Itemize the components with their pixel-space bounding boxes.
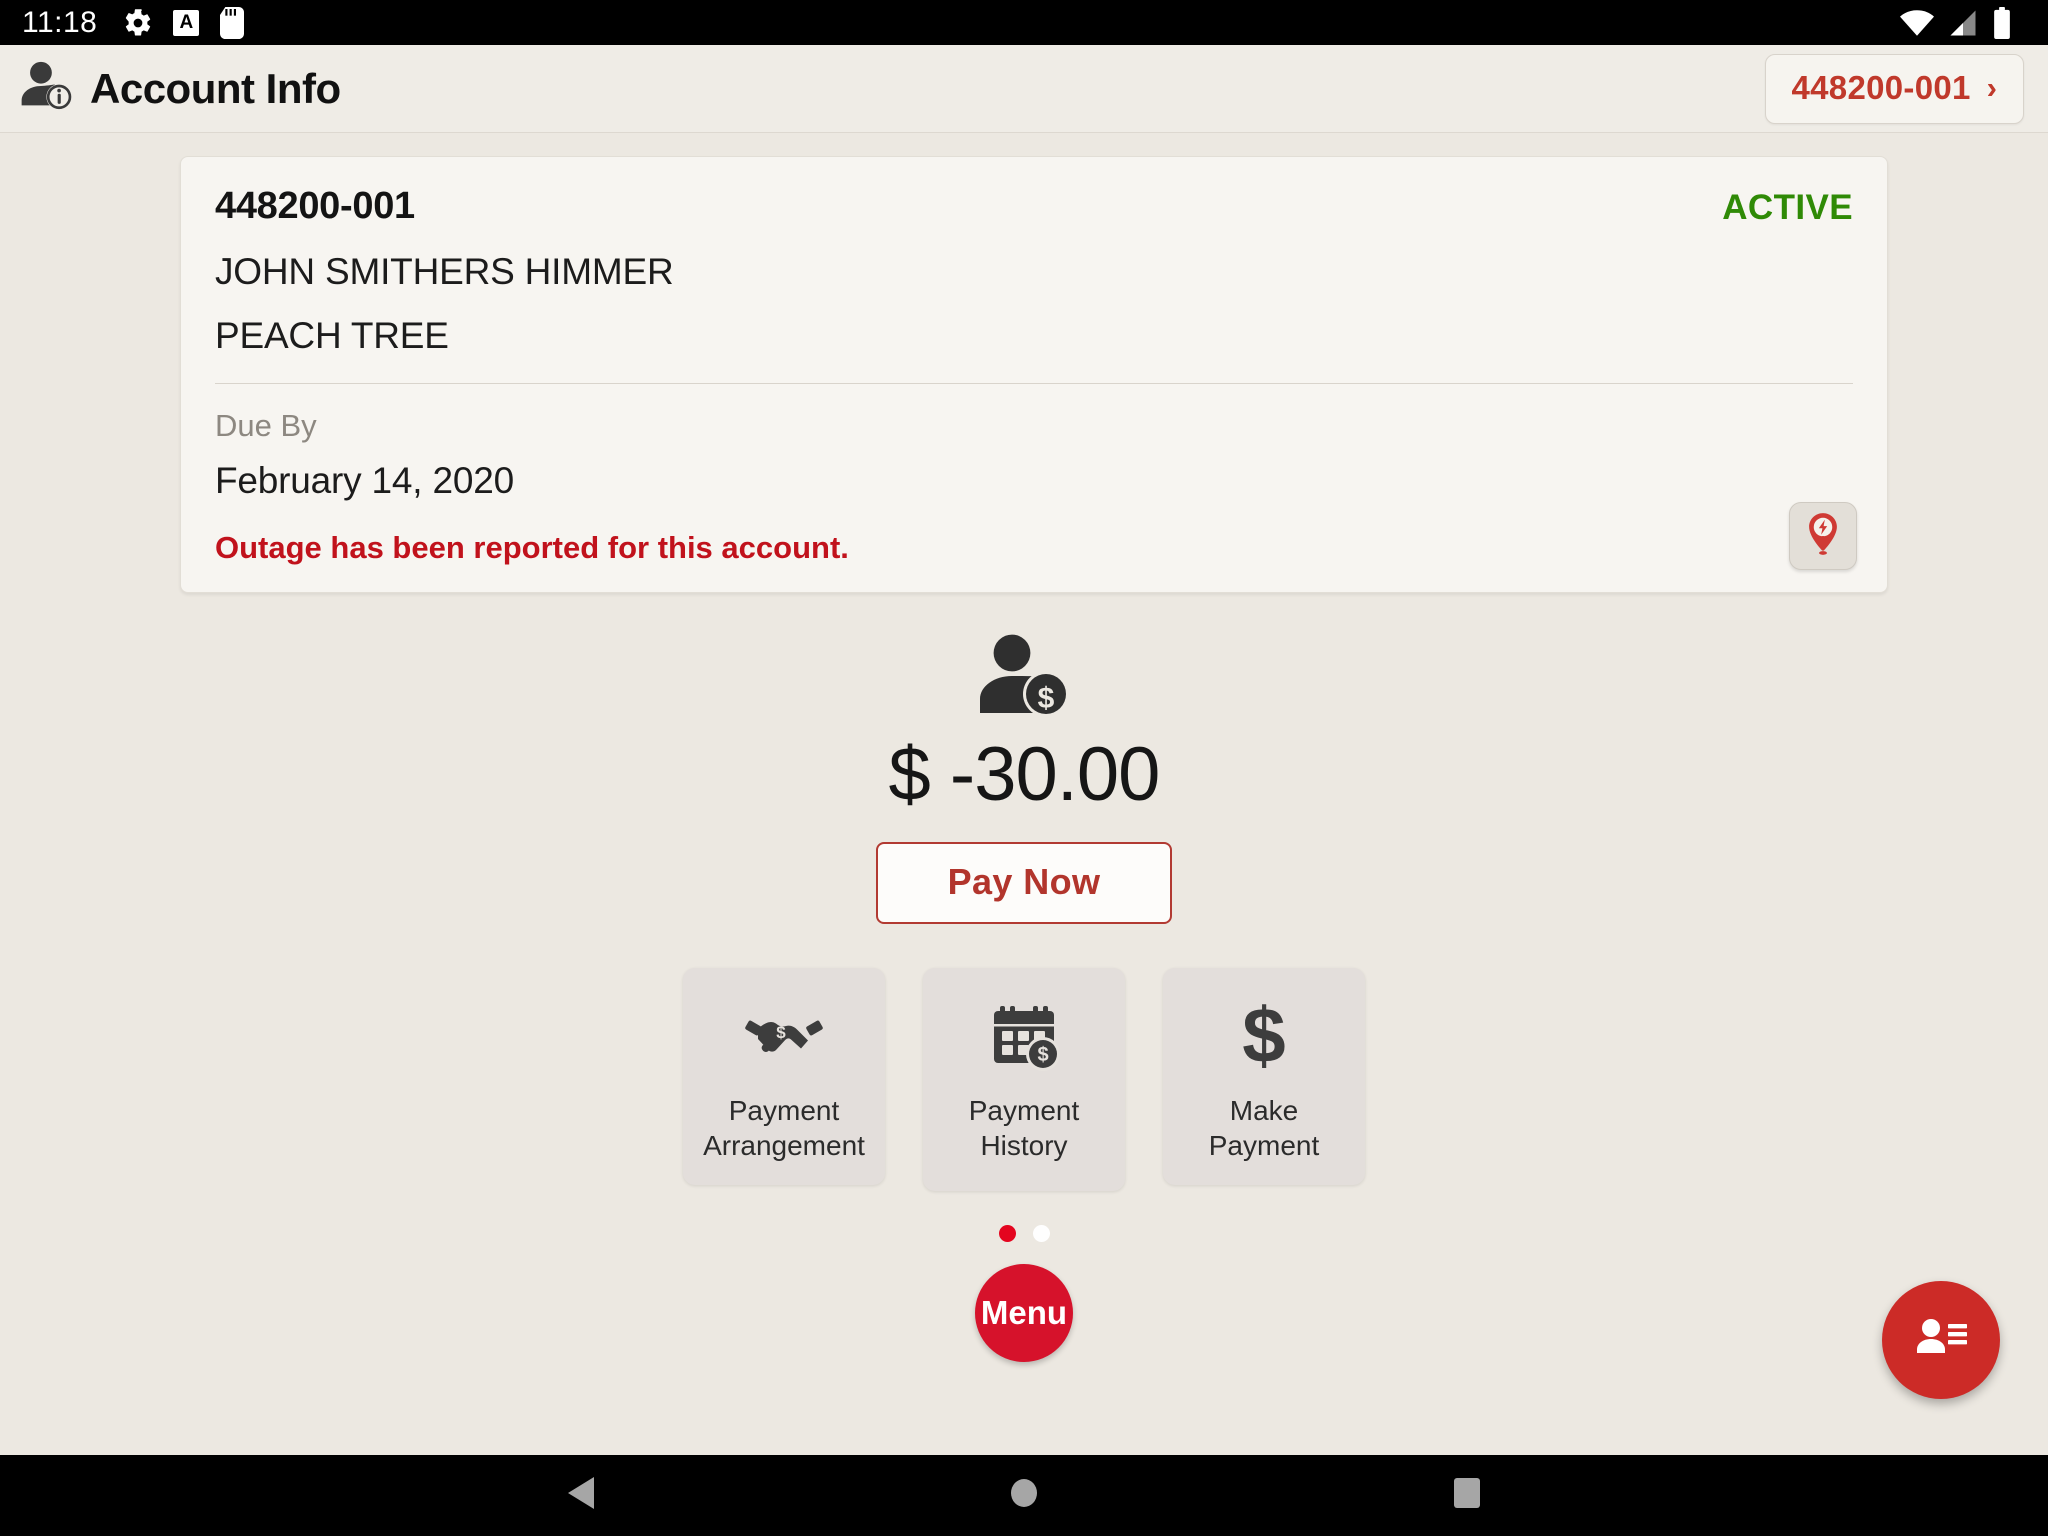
svg-text:$: $ — [1037, 1044, 1048, 1066]
account-number: 448200-001 — [215, 185, 415, 227]
account-selector-number: 448200-001 — [1791, 68, 1971, 106]
due-by-date: February 14, 2020 — [215, 460, 514, 501]
tile-label: Payment Arrangement — [703, 1094, 865, 1163]
wifi-icon — [1900, 9, 1934, 36]
menu-button[interactable]: Menu — [975, 1264, 1073, 1363]
pay-now-button[interactable]: Pay Now — [875, 842, 1173, 924]
gear-icon — [123, 8, 153, 38]
app-bar: Account Info 448200-001 › — [0, 45, 2048, 133]
main-content: 448200-001 ACTIVE JOHN SMITHERS HIMMER P… — [0, 133, 2048, 1455]
contact-details-icon — [1913, 1315, 1969, 1366]
tile-label: Make Payment — [1173, 1094, 1355, 1163]
page-title: Account Info — [90, 64, 341, 112]
pager-dot-active[interactable] — [998, 1225, 1016, 1243]
status-badge: ACTIVE — [1722, 188, 1853, 227]
account-card[interactable]: 448200-001 ACTIVE JOHN SMITHERS HIMMER P… — [180, 156, 1888, 593]
battery-icon — [1992, 6, 2012, 39]
quick-actions: $ Payment Arrangement $ Payment History … — [0, 968, 2048, 1192]
home-icon — [1008, 1476, 1040, 1515]
tile-label: Payment History — [969, 1094, 1080, 1163]
outage-report-button[interactable] — [1789, 502, 1857, 570]
status-clock: 11:18 — [22, 5, 98, 39]
account-selector-button[interactable]: 448200-001 › — [1764, 53, 2024, 124]
tile-label-line2: Arrangement — [703, 1129, 865, 1161]
back-icon — [564, 1475, 598, 1516]
balance-section: $ $ -30.00 Pay Now — [0, 627, 2048, 924]
tile-label-line1: Payment — [968, 1095, 1080, 1126]
tile-payment-arrangement[interactable]: $ Payment Arrangement — [683, 968, 885, 1186]
dollar-sign-icon: $ — [1234, 996, 1294, 1078]
a-box-icon: A — [173, 9, 200, 36]
nav-back-button[interactable] — [521, 1455, 641, 1536]
status-left-icons: A — [123, 6, 245, 39]
tile-payment-history[interactable]: $ Payment History — [923, 968, 1125, 1192]
tile-label-line2: History — [980, 1129, 1068, 1161]
nav-recents-button[interactable] — [1407, 1455, 1527, 1536]
cellular-signal-icon — [1948, 10, 1978, 36]
tile-label-line1: Payment — [728, 1095, 840, 1126]
status-right-icons — [1900, 6, 2026, 39]
chevron-right-icon: › — [1986, 70, 1997, 105]
status-bar: 11:18 A — [0, 0, 2048, 45]
pager-dots[interactable] — [0, 1225, 2048, 1243]
outage-message: Outage has been reported for this accoun… — [215, 530, 849, 565]
person-dollar-icon: $ — [976, 627, 1072, 723]
tile-label-line1: Make Payment — [1208, 1095, 1320, 1161]
balance-amount: $ -30.00 — [888, 732, 1161, 817]
svg-text:$: $ — [1038, 682, 1055, 715]
due-by-label: Due By — [215, 408, 317, 443]
svg-text:$: $ — [776, 1023, 786, 1042]
calendar-dollar-icon: $ — [986, 996, 1062, 1078]
contact-fab-button[interactable] — [1882, 1281, 2000, 1399]
card-divider — [215, 383, 1853, 384]
customer-name: JOHN SMITHERS HIMMER — [215, 251, 674, 292]
outage-pin-icon — [1803, 512, 1843, 561]
android-nav-bar — [0, 1455, 2048, 1536]
service-address: PEACH TREE — [215, 315, 449, 356]
sd-card-icon — [219, 6, 245, 39]
svg-text:$: $ — [1242, 996, 1285, 1078]
handshake-dollar-icon: $ — [744, 996, 824, 1078]
account-card-header: 448200-001 ACTIVE — [215, 185, 1853, 228]
pager-dot-inactive[interactable] — [1032, 1225, 1050, 1243]
nav-home-button[interactable] — [964, 1455, 1084, 1536]
tile-make-payment[interactable]: $ Make Payment — [1163, 968, 1365, 1186]
account-info-icon — [18, 57, 90, 120]
recents-icon — [1452, 1476, 1482, 1515]
